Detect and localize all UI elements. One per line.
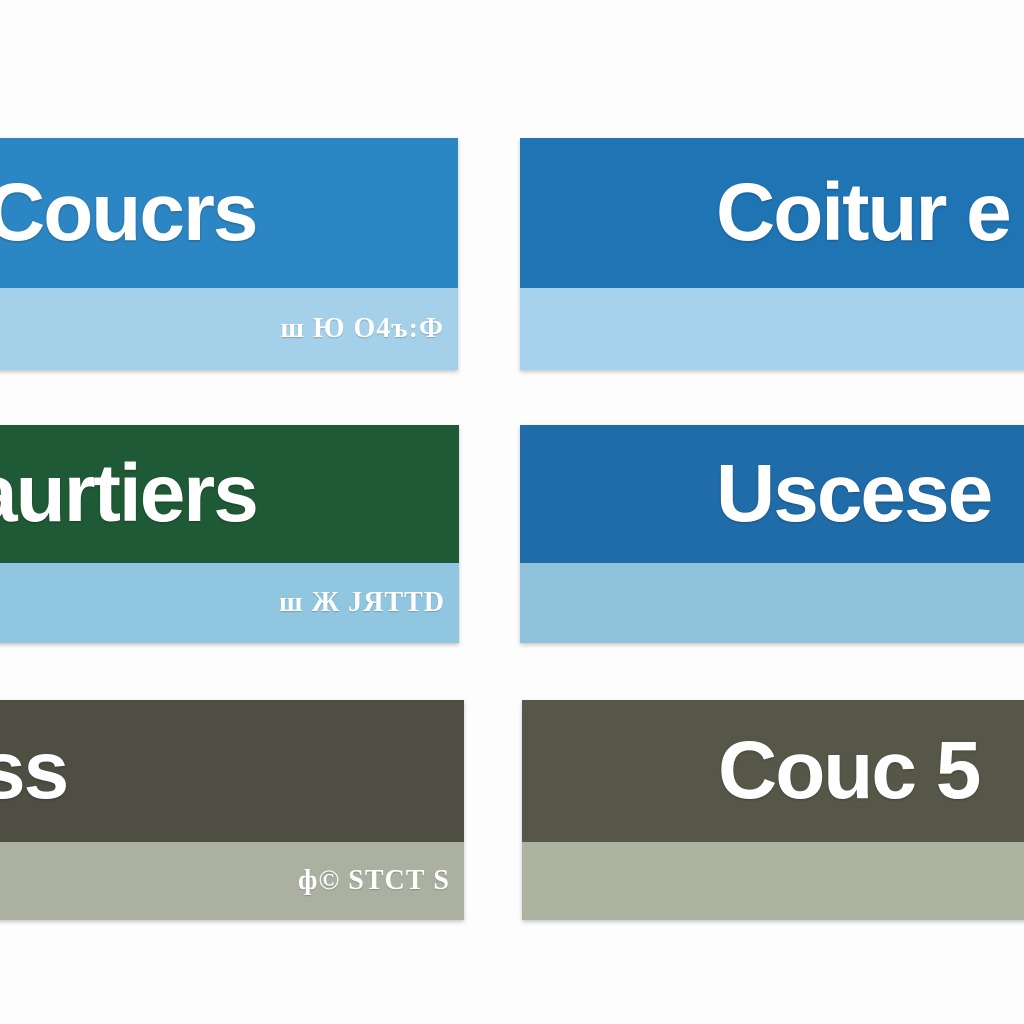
card-title: Coitur e — [716, 167, 1012, 258]
card-subtitle: ф© SТCТ S — [297, 865, 450, 896]
card-title: Couc 5 — [718, 725, 981, 816]
card-title: Coucrs — [0, 167, 259, 258]
card-subtitle: ш Ю О4ъ:Ф — [280, 313, 444, 344]
card-header: aurtiers — [0, 425, 459, 563]
card-title: Uscese — [716, 448, 993, 539]
card-footer: ш Ю О4ъ:Ф — [0, 288, 458, 370]
card-couc-5[interactable]: Couc 5 — [522, 700, 1024, 920]
card-header: Uscese — [520, 425, 1024, 563]
card-footer: ш Ж JЯТТD — [0, 563, 459, 643]
card-ss[interactable]: ss ф© SТCТ S — [0, 700, 464, 920]
card-footer — [520, 288, 1024, 370]
card-coitur[interactable]: Coitur e — [520, 138, 1024, 370]
card-header: Coucrs — [0, 138, 458, 288]
card-aurtiers[interactable]: aurtiers ш Ж JЯТТD — [0, 425, 459, 643]
card-header: Coitur e — [520, 138, 1024, 288]
card-coucrs[interactable]: Coucrs ш Ю О4ъ:Ф — [0, 138, 458, 370]
card-header: Couc 5 — [522, 700, 1024, 842]
card-footer — [520, 563, 1024, 643]
card-uscese[interactable]: Uscese — [520, 425, 1024, 643]
card-footer — [522, 842, 1024, 920]
card-title: aurtiers — [0, 448, 259, 539]
card-footer: ф© SТCТ S — [0, 842, 464, 920]
card-title: ss — [0, 725, 69, 816]
card-subtitle: ш Ж JЯТТD — [278, 587, 445, 618]
card-header: ss — [0, 700, 464, 842]
